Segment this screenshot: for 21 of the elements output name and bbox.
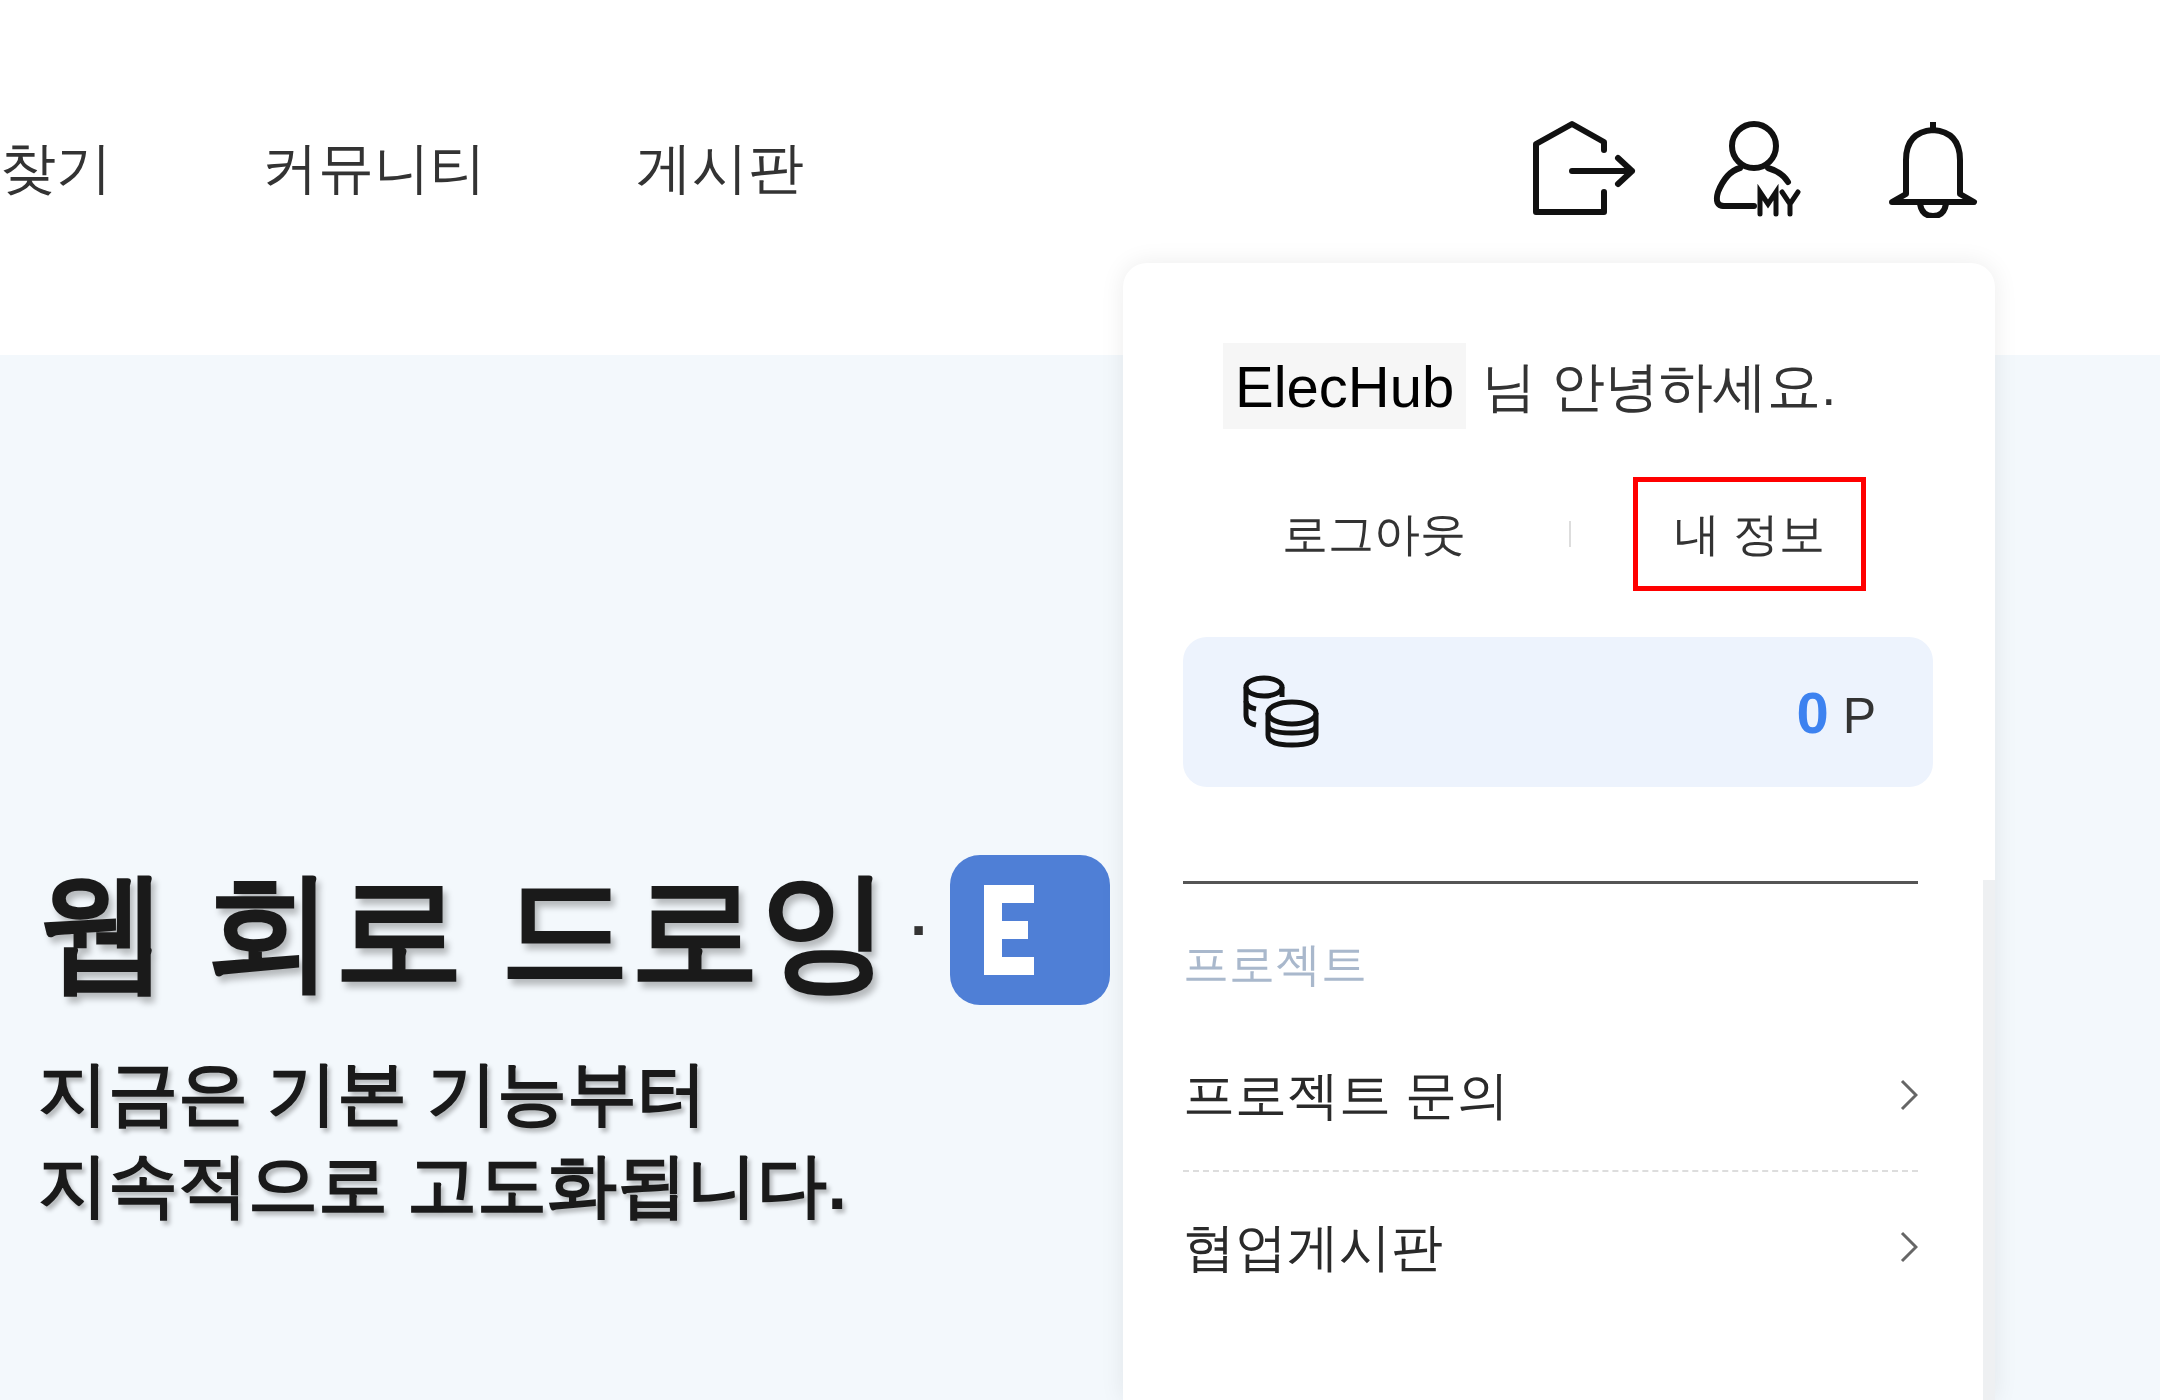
separator-dot: ·: [910, 900, 931, 960]
greeting-text: 님 안녕하세요.: [1482, 354, 1837, 418]
menu-item-label: 협업게시판: [1183, 1217, 1443, 1278]
nav-link[interactable]: 찾기: [0, 126, 112, 210]
hero-subtitle-line: 지금은 기본 기능부터: [38, 1053, 707, 1134]
chevron-right-icon: [1900, 1231, 1918, 1263]
nav-link[interactable]: 커뮤니티: [262, 126, 486, 210]
menu-link[interactable]: 로그아웃: [1241, 477, 1507, 591]
menu-link[interactable]: 내 정보: [1633, 477, 1866, 591]
menu-item-label: 프로젝트 문의: [1183, 1065, 1510, 1126]
menu-item[interactable]: 협업게시판: [1183, 1172, 1918, 1322]
hero-title: 웹 회로 드로잉: [38, 865, 891, 995]
hero-subtitle-line: 지속적으로 고도화됩니다.: [38, 1145, 847, 1226]
nav-link[interactable]: 게시판: [636, 126, 804, 210]
points-value: 0: [1796, 678, 1829, 747]
chevron-right-icon: [1900, 1079, 1918, 1111]
username: ElecHub: [1223, 343, 1467, 429]
menu-item[interactable]: 프로젝트 문의: [1183, 1020, 1918, 1170]
points-unit: P: [1842, 686, 1876, 746]
logout-icon[interactable]: [1532, 120, 1638, 216]
section-heading: 프로젝트: [1183, 937, 1367, 992]
